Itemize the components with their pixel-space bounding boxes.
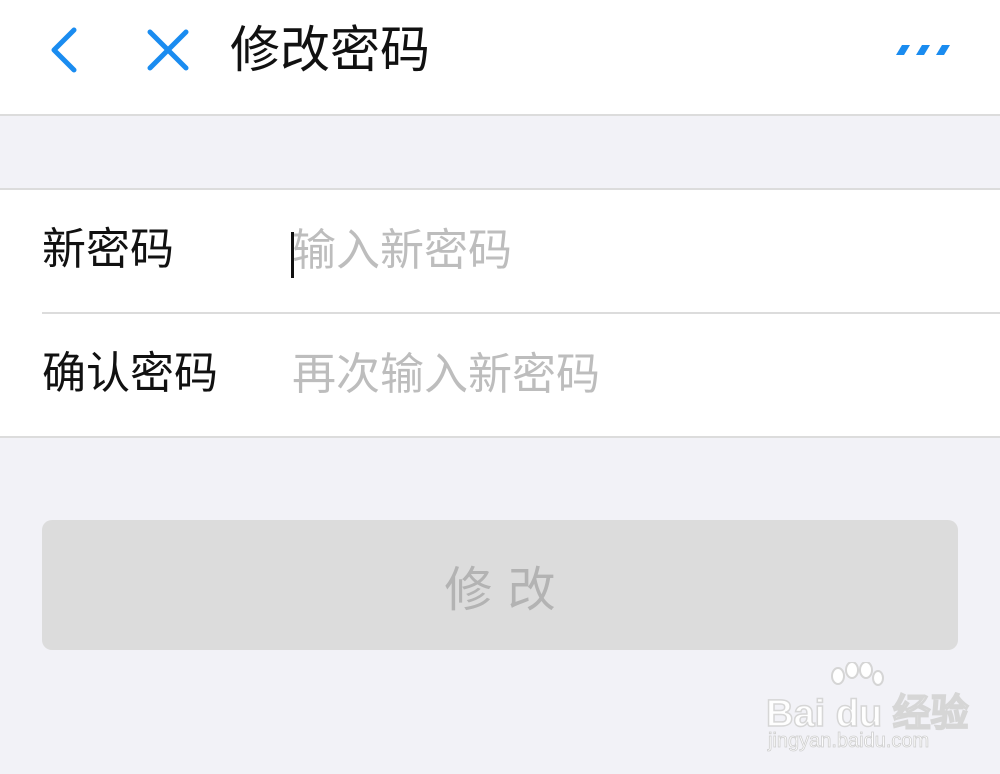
new-password-row: 新密码 [0, 190, 1000, 312]
back-button[interactable] [36, 22, 92, 78]
page-title: 修改密码 [230, 21, 430, 79]
password-form: 新密码 确认密码 [0, 188, 1000, 438]
new-password-label: 新密码 [42, 224, 174, 275]
confirm-password-label: 确认密码 [42, 348, 218, 399]
nav-bar: 修改密码 [0, 0, 1000, 116]
more-dots-icon [896, 45, 950, 55]
submit-button[interactable]: 修 改 [42, 520, 958, 650]
confirm-password-row: 确认密码 [0, 314, 1000, 436]
close-button[interactable] [140, 22, 196, 78]
more-button[interactable] [886, 30, 962, 70]
new-password-input[interactable] [292, 218, 972, 282]
close-icon [147, 29, 189, 71]
submit-label: 修 改 [444, 562, 556, 618]
watermark-url: jingyan.baidu.com [768, 730, 930, 753]
watermark-brand: Bai du 经验 [765, 692, 969, 736]
text-caret [291, 232, 294, 278]
baidu-jingyan-watermark: Bai du 经验 jingyan.baidu.com [765, 662, 969, 762]
chevron-left-icon [51, 27, 77, 73]
confirm-password-input[interactable] [292, 342, 972, 406]
